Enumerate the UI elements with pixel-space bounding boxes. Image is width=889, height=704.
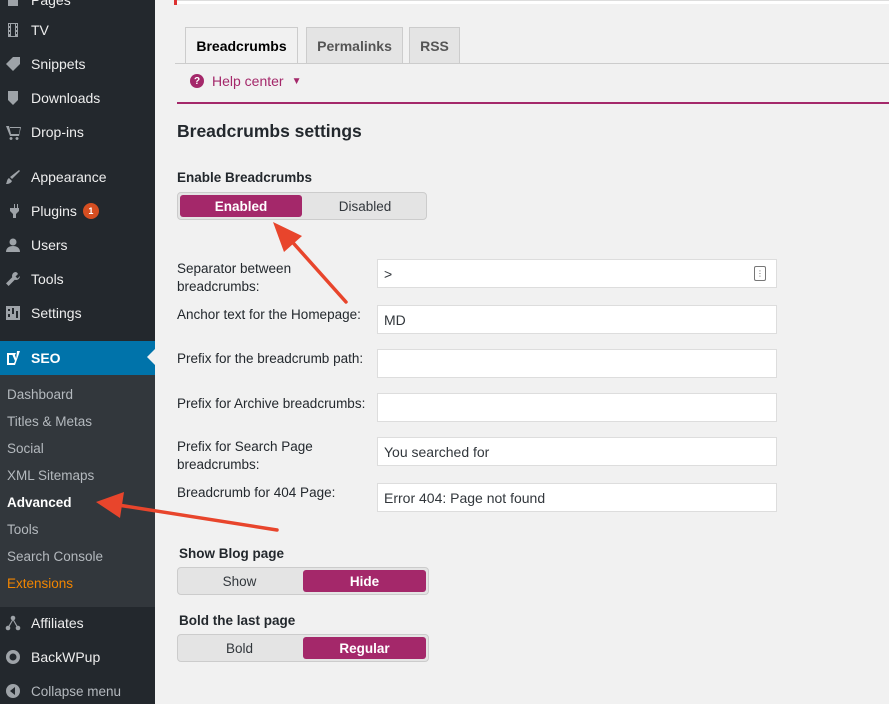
label-line: Prefix for Search Page [177,439,313,454]
yoast-icon [4,349,22,367]
tab-permalinks[interactable]: Permalinks [306,27,403,63]
settings-icon [4,304,22,322]
brush-icon [4,168,22,186]
search-prefix-label: Prefix for Search Page breadcrumbs: [177,438,313,474]
menu-item-snippets[interactable]: Snippets [0,47,155,81]
homepage-anchor-input[interactable]: MD [377,305,777,334]
password-manager-icon[interactable]: ⋮ [754,266,766,281]
caret-down-icon: ▼ [291,75,302,87]
seo-submenu: Dashboard Titles & Metas Social XML Site… [0,375,155,607]
regular-option[interactable]: Regular [303,637,426,659]
submenu-item-dashboard[interactable]: Dashboard [7,387,73,402]
menu-label: Snippets [31,56,86,72]
help-divider [177,102,889,104]
tab-rss[interactable]: RSS [409,27,460,63]
disabled-option[interactable]: Disabled [304,193,426,219]
menu-item-appearance[interactable]: Appearance [0,160,155,194]
help-center-label: Help center [212,73,284,89]
menu-label: Affiliates [31,615,84,631]
input-value: MD [384,311,406,328]
404-breadcrumb-label: Breadcrumb for 404 Page: [177,485,336,500]
menu-label: Users [31,237,68,253]
admin-sidebar: Pages TV Snippets Downloads Drop-ins App… [0,0,155,704]
menu-label: Appearance [31,169,107,185]
collapse-icon [4,682,22,700]
menu-item-drop-ins[interactable]: Drop-ins [0,115,155,149]
tab-breadcrumbs[interactable]: Breadcrumbs [185,27,298,64]
menu-item-users[interactable]: Users [0,228,155,262]
menu-item-tv[interactable]: TV [0,13,155,47]
label-line: breadcrumbs: [177,457,260,472]
film-icon [4,21,22,39]
submenu-item-extensions[interactable]: Extensions [7,576,73,591]
enabled-option[interactable]: Enabled [180,195,302,217]
main-content: Breadcrumbs Permalinks RSS ? Help center… [155,0,889,704]
menu-label: Plugins [31,203,77,219]
wrench-icon [4,270,22,288]
show-blog-label: Show Blog page [179,546,285,561]
input-value: You searched for [384,443,490,460]
share-icon [4,614,22,632]
help-icon: ? [190,74,204,88]
input-value: > [384,265,393,282]
menu-label: TV [31,22,49,38]
submenu-item-xml-sitemaps[interactable]: XML Sitemaps [7,468,94,483]
breadcrumb-prefix-label: Prefix for the breadcrumb path: [177,351,364,366]
plugin-icon [4,202,22,220]
section-title: Breadcrumbs settings [177,121,362,141]
show-option[interactable]: Show [178,568,301,594]
user-icon [4,236,22,254]
menu-label: Collapse menu [31,683,122,699]
admin-notice-edge [174,0,889,5]
search-prefix-input[interactable]: You searched for [377,437,777,466]
collapse-menu-button[interactable]: Collapse menu [0,674,155,704]
menu-item-tools[interactable]: Tools [0,262,155,296]
homepage-anchor-label: Anchor text for the Homepage: [177,307,361,322]
menu-item-plugins[interactable]: Plugins 1 [0,194,155,228]
menu-item-backwpup[interactable]: BackWPup [0,640,155,674]
separator-input[interactable]: > ⋮ [377,259,777,288]
menu-item-seo[interactable]: SEO [0,341,155,375]
input-value: Error 404: Page not found [384,489,546,506]
menu-label: Settings [31,305,82,321]
bold-last-label: Bold the last page [179,613,296,628]
menu-label: BackWPup [31,649,101,665]
label-line: breadcrumbs: [177,279,260,294]
menu-label: Tools [31,271,64,287]
404-breadcrumb-input[interactable]: Error 404: Page not found [377,483,777,512]
submenu-item-tools[interactable]: Tools [7,522,39,537]
archive-prefix-label: Prefix for Archive breadcrumbs: [177,396,366,411]
pages-icon [4,0,22,9]
help-center-toggle[interactable]: ? Help center ▼ [190,73,302,89]
tag-icon [4,55,22,73]
cart-icon [4,123,22,141]
archive-prefix-input[interactable] [377,393,777,422]
menu-item-affiliates[interactable]: Affiliates [0,606,155,640]
enable-breadcrumbs-label: Enable Breadcrumbs [177,170,313,185]
label-line: Separator between [177,261,292,276]
enable-breadcrumbs-toggle: Enabled Disabled [177,192,427,220]
submenu-item-search-console[interactable]: Search Console [7,549,103,564]
menu-item-downloads[interactable]: Downloads [0,81,155,115]
tab-divider [175,63,889,64]
show-blog-toggle: Show Hide [177,567,429,595]
menu-label: SEO [31,350,61,366]
menu-label: Downloads [31,90,101,106]
menu-item-settings[interactable]: Settings [0,296,155,330]
separator-label: Separator between breadcrumbs: [177,260,291,296]
plugin-update-badge: 1 [82,203,99,219]
submenu-item-advanced[interactable]: Advanced [7,495,72,510]
menu-label: Pages [31,0,71,8]
bold-option[interactable]: Bold [178,635,301,661]
hide-option[interactable]: Hide [303,570,426,592]
submenu-item-titles-metas[interactable]: Titles & Metas [7,414,92,429]
bold-last-toggle: Bold Regular [177,634,429,662]
menu-label: Drop-ins [31,124,84,140]
submenu-item-social[interactable]: Social [7,441,44,456]
backup-icon [4,648,22,666]
download-icon [4,89,22,107]
breadcrumb-prefix-input[interactable] [377,349,777,378]
